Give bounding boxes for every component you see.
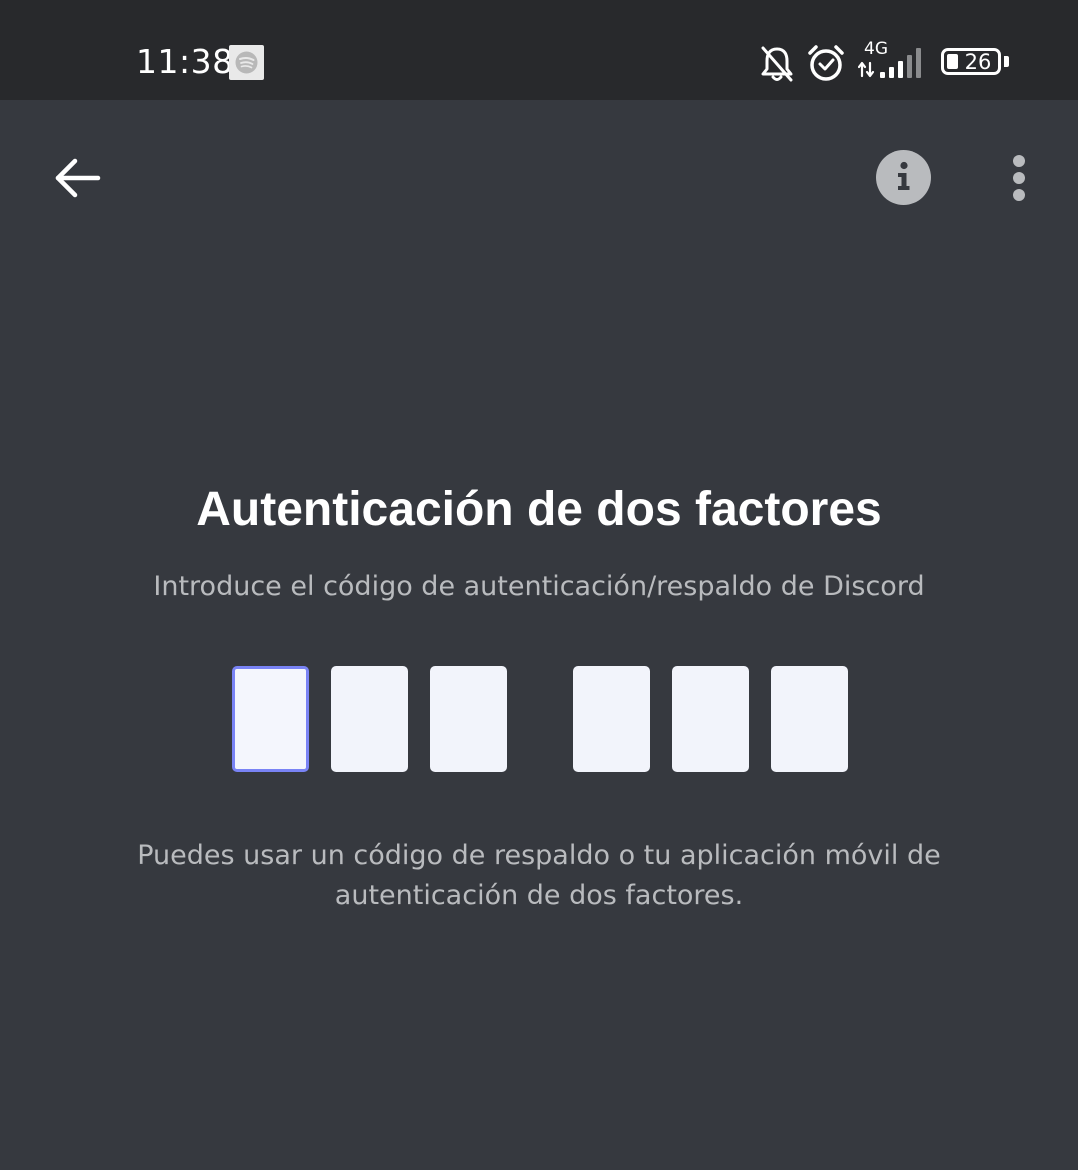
help-text: Puedes usar un código de respaldo o tu a… — [0, 836, 1078, 916]
info-icon — [898, 161, 910, 190]
help-text-line-1: Puedes usar un código de respaldo o tu a… — [137, 840, 941, 871]
page-subtitle: Introduce el código de autenticación/res… — [153, 571, 925, 602]
help-text-line-2: autenticación de dos factores. — [334, 880, 744, 911]
info-button[interactable] — [876, 150, 931, 205]
back-arrow-icon — [55, 158, 101, 198]
code-input-5[interactable] — [672, 666, 749, 772]
code-input-3[interactable] — [430, 666, 507, 772]
signal-icon — [880, 48, 921, 78]
code-input-2[interactable] — [331, 666, 408, 772]
status-bar: 11:38 4G 26 — [0, 0, 1078, 100]
battery-icon: 26 — [941, 48, 1001, 75]
code-input-4[interactable] — [573, 666, 650, 772]
battery-tip — [1004, 56, 1009, 67]
more-vertical-icon — [1013, 155, 1025, 167]
page-title: Autenticación de dos factores — [196, 483, 882, 536]
code-input-6[interactable] — [771, 666, 848, 772]
status-time: 11:38 — [136, 42, 234, 81]
back-button[interactable] — [48, 150, 106, 208]
battery-level: 26 — [964, 50, 992, 74]
more-options-button[interactable] — [1000, 150, 1038, 206]
spotify-icon — [229, 45, 264, 80]
bell-muted-icon — [761, 46, 793, 82]
code-input-1[interactable] — [232, 666, 309, 772]
alarm-icon — [808, 45, 844, 81]
